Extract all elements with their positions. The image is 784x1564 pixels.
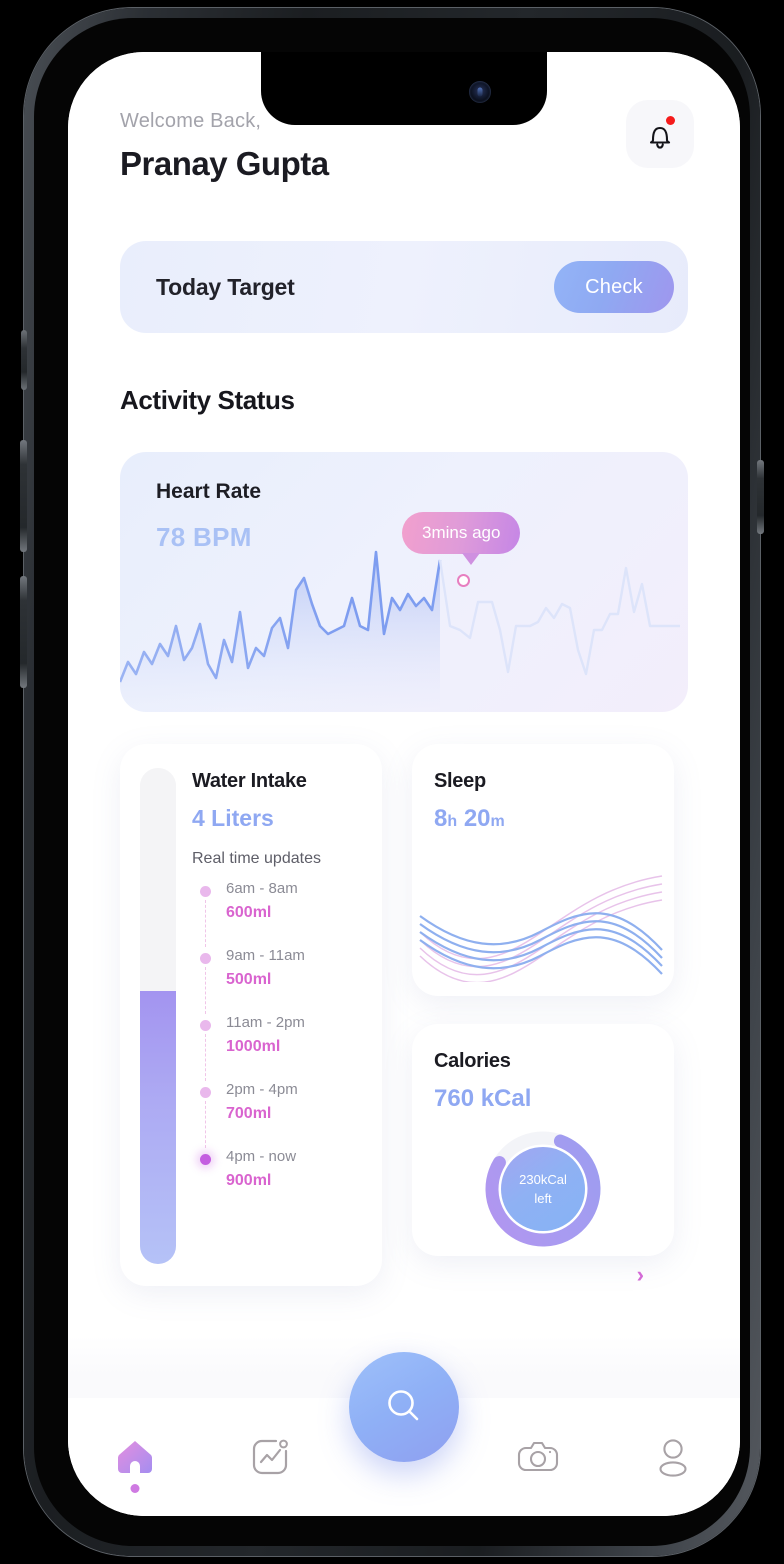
- update-amount: 1000ml: [226, 1038, 281, 1055]
- update-time: 6am - 8am: [226, 880, 298, 897]
- update-time: 9am - 11am: [226, 947, 305, 964]
- heart-rate-marker-point: [457, 574, 470, 587]
- timeline-connector: [205, 967, 206, 1014]
- app-scroll-content[interactable]: Welcome Back, Pranay Gupta Today Target …: [68, 52, 740, 1516]
- notifications-button[interactable]: [626, 100, 694, 168]
- today-target-card[interactable]: Today Target Check: [120, 241, 688, 333]
- calories-ring-center: 230kCal left: [501, 1147, 585, 1231]
- update-time: 2pm - 4pm: [226, 1081, 298, 1098]
- volume-up-button[interactable]: [20, 440, 27, 552]
- water-updates-label: Real time updates: [192, 850, 321, 867]
- calories-progress-ring: 230kCal left: [482, 1128, 604, 1250]
- timeline-dot-icon: [200, 886, 211, 897]
- tab-profile[interactable]: [606, 1398, 740, 1516]
- right-column: Sleep 8h 20m Calories 760 kCal 230kCal l…: [412, 744, 674, 1287]
- timeline-connector: [205, 900, 206, 947]
- update-time: 11am - 2pm: [226, 1014, 305, 1031]
- calories-remaining: 230kCal: [519, 1171, 567, 1187]
- water-intake-value: 4 Liters: [192, 805, 274, 831]
- timeline-dot-icon: [200, 953, 211, 964]
- calories-remaining-label: left: [534, 1191, 552, 1206]
- sleep-title: Sleep: [434, 770, 486, 792]
- list-item[interactable]: 2pm - 4pm 700ml: [200, 1081, 364, 1148]
- notification-badge-dot: [666, 116, 675, 125]
- tab-search[interactable]: [337, 1352, 471, 1516]
- today-target-label: Today Target: [156, 273, 295, 300]
- timeline-dot-icon: [200, 1020, 211, 1031]
- water-intake-card[interactable]: Water Intake 4 Liters Real time updates …: [120, 744, 382, 1286]
- calories-value: 760 kCal: [434, 1085, 532, 1112]
- heart-rate-title: Heart Rate: [156, 480, 262, 503]
- fitness-app: Welcome Back, Pranay Gupta Today Target …: [68, 52, 740, 1516]
- search-icon: [388, 1390, 419, 1421]
- update-time: 4pm - now: [226, 1148, 297, 1165]
- sleep-value: 8h 20m: [434, 805, 652, 833]
- update-amount: 700ml: [226, 1105, 272, 1122]
- water-intake-title: Water Intake: [192, 770, 307, 792]
- screenshot-stage: Welcome Back, Pranay Gupta Today Target …: [0, 0, 784, 1564]
- mute-switch[interactable]: [21, 330, 27, 390]
- activity-icon: [252, 1439, 288, 1475]
- home-icon: [118, 1441, 153, 1473]
- water-details: Water Intake 4 Liters Real time updates …: [192, 768, 364, 1264]
- chevron-right-icon[interactable]: ›: [637, 1262, 644, 1288]
- sleep-minutes-unit: m: [490, 813, 505, 830]
- calories-title: Calories: [434, 1050, 511, 1072]
- volume-down-button[interactable]: [20, 576, 27, 688]
- stats-card-grid: Water Intake 4 Liters Real time updates …: [120, 744, 688, 1287]
- update-amount: 600ml: [226, 904, 272, 921]
- tab-activity[interactable]: [202, 1398, 336, 1516]
- list-item[interactable]: 6am - 8am 600ml: [200, 880, 364, 947]
- phone-bezel: Welcome Back, Pranay Gupta Today Target …: [34, 18, 750, 1546]
- power-button[interactable]: [757, 460, 764, 534]
- front-camera-icon: [469, 81, 491, 103]
- calories-card[interactable]: Calories 760 kCal 230kCal left ›: [412, 1024, 674, 1287]
- heart-rate-card[interactable]: Heart Rate 78 BPM 3mins ago: [120, 452, 688, 712]
- heart-rate-tooltip: 3mins ago: [402, 512, 521, 565]
- activity-status-heading: Activity Status: [120, 385, 295, 415]
- sleep-card[interactable]: Sleep 8h 20m: [412, 744, 674, 996]
- sleep-hours: 8: [434, 805, 448, 832]
- update-amount: 900ml: [226, 1172, 272, 1189]
- water-updates-list: 6am - 8am 600ml 9am - 11am 500ml 11am - …: [192, 880, 364, 1215]
- heart-rate-line-chart: [120, 550, 680, 712]
- sleep-minutes: 20: [463, 805, 491, 832]
- profile-icon: [659, 1439, 687, 1477]
- list-item[interactable]: 11am - 2pm 1000ml: [200, 1014, 364, 1081]
- tab-camera[interactable]: [471, 1398, 605, 1516]
- search-fab-button[interactable]: [349, 1352, 460, 1462]
- timeline-dot-icon: [200, 1087, 211, 1098]
- tab-home[interactable]: [68, 1398, 202, 1516]
- update-amount: 500ml: [226, 971, 272, 988]
- home-active-indicator-dot: [130, 1484, 140, 1493]
- timeline-dot-icon-active: [200, 1154, 211, 1165]
- bottom-tab-bar: [68, 1352, 740, 1516]
- left-column: Water Intake 4 Liters Real time updates …: [120, 744, 382, 1286]
- camera-icon: [518, 1441, 559, 1472]
- water-bar-fill: [140, 991, 176, 1264]
- home-icon-wrap: [113, 1435, 157, 1493]
- water-bar-empty: [140, 768, 176, 992]
- sleep-hours-unit: h: [447, 813, 458, 830]
- check-button[interactable]: Check: [554, 261, 674, 313]
- list-item[interactable]: 9am - 11am 500ml: [200, 947, 364, 1014]
- timeline-connector: [205, 1101, 206, 1148]
- device-notch: [261, 52, 547, 125]
- sleep-wave-chart: [419, 875, 663, 982]
- list-item[interactable]: 4pm - now 900ml: [200, 1148, 364, 1215]
- page-title: Pranay Gupta: [120, 145, 329, 182]
- phone-screen: Welcome Back, Pranay Gupta Today Target …: [68, 52, 740, 1516]
- timeline-connector: [205, 1034, 206, 1081]
- water-progress-bar: [140, 768, 176, 1264]
- phone-device-frame: Welcome Back, Pranay Gupta Today Target …: [20, 8, 764, 1556]
